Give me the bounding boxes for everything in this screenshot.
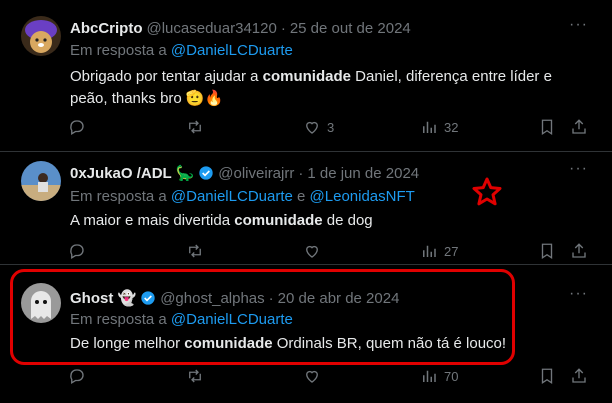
- share-icon: [572, 368, 586, 383]
- share-icon: [572, 243, 586, 258]
- text-bold: comunidade: [234, 212, 323, 229]
- view-count: 32: [444, 119, 459, 135]
- share-button[interactable]: [570, 118, 588, 136]
- avatar[interactable]: [21, 16, 61, 56]
- post-abccripto[interactable]: AbcCripto @lucaseduar34120 · 25 de out d…: [0, 0, 612, 152]
- separator: ·: [280, 20, 286, 37]
- reply-joiner: e: [292, 188, 310, 205]
- reply-prefix: Em resposta a: [70, 188, 171, 205]
- reply-context: Em resposta a @DanielLCDuarte e @Leonida…: [70, 188, 415, 205]
- views-button[interactable]: 70: [420, 367, 458, 385]
- reply-icon: [70, 369, 84, 384]
- post-date[interactable]: 25 de out de 2024: [290, 20, 411, 37]
- post-text: Obrigado por tentar ajudar a comunidade …: [70, 66, 572, 110]
- verified-badge-icon: [199, 166, 213, 180]
- more-options-icon[interactable]: ···: [569, 160, 588, 178]
- post-date[interactable]: 1 de jun de 2024: [307, 165, 419, 182]
- like-count: 3: [327, 119, 335, 135]
- reply-button[interactable]: [68, 367, 86, 385]
- view-count: 27: [444, 243, 459, 259]
- repost-icon: [189, 369, 201, 383]
- heart-icon: [306, 245, 318, 258]
- analytics-icon: [423, 121, 436, 133]
- more-options-icon[interactable]: ···: [569, 285, 588, 303]
- mention-link[interactable]: @DanielLCDuarte: [171, 188, 293, 205]
- avatar[interactable]: [21, 161, 61, 201]
- action-bar: 70: [68, 367, 588, 387]
- heart-icon: [306, 370, 318, 383]
- text-bold: comunidade: [262, 68, 351, 85]
- reply-prefix: Em resposta a: [70, 42, 171, 59]
- bookmark-button[interactable]: [538, 118, 556, 136]
- reply-icon: [70, 120, 84, 135]
- post-0xjukao[interactable]: 0xJukaO /ADL 🦕 @oliveirajrr · 1 de jun d…: [0, 152, 612, 265]
- like-button[interactable]: 3: [303, 118, 334, 136]
- mention-link[interactable]: @DanielLCDuarte: [171, 42, 293, 59]
- reply-button[interactable]: [68, 242, 86, 260]
- text-part: de dog: [322, 212, 373, 229]
- share-icon: [572, 119, 586, 134]
- bookmark-button[interactable]: [538, 367, 556, 385]
- heart-icon: [306, 121, 318, 134]
- like-button[interactable]: [303, 367, 321, 385]
- repost-button[interactable]: [186, 367, 204, 385]
- highlight-box: [10, 269, 515, 365]
- repost-icon: [189, 244, 201, 258]
- post-text: A maior e mais divertida comunidade de d…: [70, 210, 572, 232]
- bookmark-icon: [541, 119, 553, 136]
- author-handle[interactable]: @lucaseduar34120: [147, 20, 277, 37]
- share-button[interactable]: [570, 242, 588, 260]
- text-part: Obrigado por tentar ajudar a: [70, 68, 263, 85]
- star-annotation-icon: [472, 177, 502, 206]
- author-name[interactable]: AbcCripto: [70, 20, 143, 37]
- text-part: A maior e mais divertida: [70, 212, 235, 229]
- bookmark-button[interactable]: [538, 242, 556, 260]
- bookmark-icon: [541, 243, 553, 260]
- separator: ·: [298, 164, 304, 182]
- repost-button[interactable]: [186, 118, 204, 136]
- views-button[interactable]: 27: [420, 242, 458, 260]
- views-button[interactable]: 32: [420, 118, 458, 136]
- reply-icon: [70, 244, 84, 259]
- analytics-icon: [423, 245, 436, 257]
- repost-icon: [189, 120, 201, 134]
- action-bar: 27: [68, 242, 588, 262]
- share-button[interactable]: [570, 367, 588, 385]
- author-name[interactable]: 0xJukaO /ADL 🦕: [70, 164, 194, 182]
- action-bar: 3 32: [68, 118, 588, 138]
- reply-context: Em resposta a @DanielLCDuarte: [70, 42, 293, 59]
- repost-button[interactable]: [186, 242, 204, 260]
- mention-link[interactable]: @LeonidasNFT: [310, 188, 415, 205]
- like-button[interactable]: [303, 242, 321, 260]
- author-handle[interactable]: @oliveirajrr: [218, 165, 294, 182]
- more-options-icon[interactable]: ···: [569, 16, 588, 34]
- analytics-icon: [423, 370, 436, 382]
- view-count: 70: [444, 368, 459, 384]
- reply-button[interactable]: [68, 118, 86, 136]
- bookmark-icon: [541, 368, 553, 385]
